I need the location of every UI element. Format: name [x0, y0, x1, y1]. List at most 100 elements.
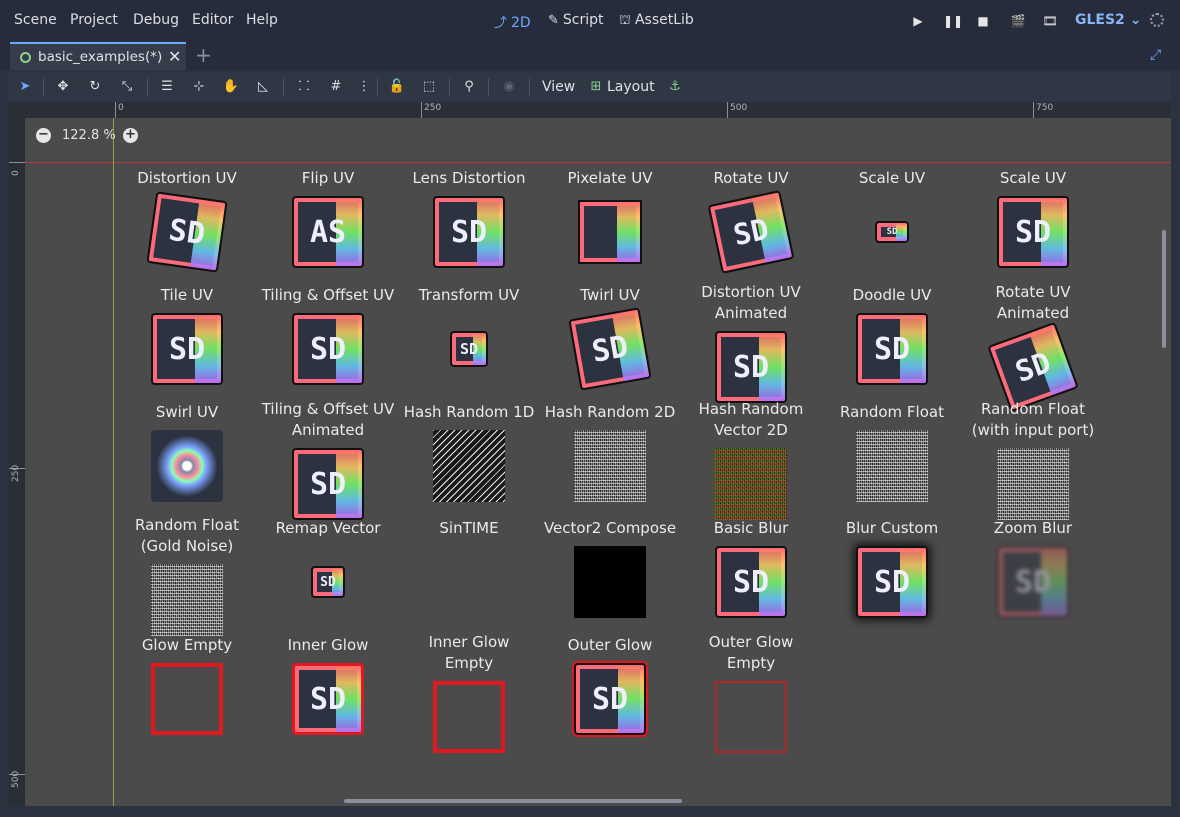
menu-project[interactable]: Project: [70, 12, 118, 28]
sd-logo-image: SD: [856, 546, 928, 618]
sd-logo-text: SD: [873, 331, 911, 367]
canvas-viewport[interactable]: 0 250 500 750 0 250 500 − 122.8 % + Distortio…: [9, 102, 1171, 806]
renderer-label: GLES2: [1075, 12, 1125, 28]
add-tab-icon[interactable]: +: [195, 43, 212, 67]
view-menu-button[interactable]: View: [542, 79, 575, 95]
rotate-mode-icon[interactable]: ↻: [86, 79, 104, 95]
example-title: Scale UV: [858, 169, 926, 187]
zoom-level[interactable]: 122.8 %: [62, 128, 116, 143]
pan-mode-icon[interactable]: ✋: [222, 79, 240, 95]
example-item[interactable]: Lens Distortion SD: [399, 168, 539, 283]
swirl-image: [151, 430, 223, 502]
example-item[interactable]: SinTIME: [399, 518, 539, 633]
example-title: Rotate UV Animated: [995, 283, 1071, 322]
example-title: Swirl UV: [155, 403, 219, 421]
menu-debug[interactable]: Debug: [133, 12, 179, 28]
bone-icon[interactable]: ⚲: [460, 79, 478, 95]
horizontal-scrollbar[interactable]: [344, 799, 682, 803]
example-item[interactable]: Distortion UV SD: [117, 168, 257, 283]
sd-logo-image: SD: [433, 196, 505, 268]
select-mode-icon[interactable]: ➤: [16, 79, 34, 95]
ruler-tick: [1033, 102, 1034, 118]
example-item[interactable]: Blur Custom SD: [822, 518, 962, 633]
example-item[interactable]: Random Float (Gold Noise): [117, 516, 257, 636]
example-item[interactable]: Remap Vector SD: [258, 518, 398, 633]
example-item[interactable]: Random Float (with input port): [963, 400, 1103, 520]
example-item[interactable]: Rotate UV Animated SD: [963, 283, 1103, 413]
vertical-scrollbar[interactable]: [1162, 230, 1166, 348]
example-item[interactable]: Outer Glow Empty: [681, 633, 821, 753]
canvas-toolbar: ➤ ✥ ↻ ⤡ ☰ ⊹ ✋ ◺ ⸬ # ⋮ 🔓 ⬚ ⚲ ◉ View ⊞ Lay…: [9, 72, 1171, 102]
example-title: Scale UV: [999, 169, 1067, 187]
example-item[interactable]: Tile UV SD: [117, 285, 257, 400]
example-item[interactable]: Hash Random 2D: [540, 402, 680, 517]
layout-menu-button[interactable]: Layout: [607, 79, 655, 95]
sd-logo-image: SD: [574, 663, 646, 735]
mode-2d-button[interactable]: ⤴ 2D: [494, 12, 531, 31]
mode-assetlib-button[interactable]: ⛫ AssetLib: [619, 12, 694, 30]
ruler-corner: [9, 102, 25, 118]
example-item[interactable]: Transform UV SD: [399, 285, 539, 400]
example-item[interactable]: Inner Glow SD: [258, 635, 398, 750]
pixelated-logo-image: [578, 200, 642, 264]
example-item[interactable]: Zoom Blur SD: [963, 518, 1103, 633]
example-title: SinTIME: [439, 519, 499, 537]
stop-icon[interactable]: ■: [975, 13, 991, 29]
zoom-out-button[interactable]: −: [36, 128, 51, 143]
menu-editor[interactable]: Editor: [192, 12, 233, 28]
example-item[interactable]: Twirl UV SD: [540, 285, 680, 400]
group-icon[interactable]: ⬚: [420, 79, 438, 95]
scene-tab[interactable]: basic_examples(*) ✕: [10, 42, 186, 70]
camera-override-icon[interactable]: ◉: [500, 79, 518, 95]
example-item[interactable]: Swirl UV: [117, 402, 257, 517]
example-item[interactable]: Pixelate UV: [540, 168, 680, 283]
example-title: Zoom Blur: [993, 519, 1073, 537]
zoom-in-button[interactable]: +: [123, 128, 138, 143]
pivot-mode-icon[interactable]: ⊹: [190, 79, 208, 95]
close-icon[interactable]: ✕: [168, 47, 181, 66]
scale-mode-icon[interactable]: ⤡: [118, 79, 136, 95]
renderer-select[interactable]: GLES2 ⌄: [1075, 12, 1141, 28]
example-item[interactable]: Tiling & Offset UV Animated SD: [258, 400, 398, 520]
assetlib-icon: ⛫: [619, 13, 631, 28]
example-item[interactable]: Scale UV SD: [963, 168, 1103, 283]
pause-icon[interactable]: ❚❚: [943, 13, 963, 29]
play-custom-scene-icon[interactable]: 🎞: [1042, 13, 1058, 29]
sd-logo-text: SD: [1014, 214, 1052, 250]
example-item[interactable]: Vector2 Compose: [540, 518, 680, 633]
ruler-mode-icon[interactable]: ◺: [254, 79, 272, 95]
toolbar-divider: [449, 78, 450, 96]
anchor-icon[interactable]: ⚓: [666, 79, 684, 95]
lock-icon[interactable]: 🔓: [388, 79, 406, 95]
move-mode-icon[interactable]: ✥: [54, 79, 72, 95]
example-item[interactable]: Basic Blur SD: [681, 518, 821, 633]
list-select-icon[interactable]: ☰: [158, 79, 176, 95]
example-item[interactable]: Distortion UV Animated SD: [681, 283, 821, 403]
example-item[interactable]: Doodle UV SD: [822, 285, 962, 400]
ruler-tick: [421, 102, 422, 118]
example-item[interactable]: Tiling & Offset UV SD: [258, 285, 398, 400]
grid-snap-icon[interactable]: #: [327, 79, 345, 95]
script-icon: ✎: [548, 13, 559, 28]
menu-help[interactable]: Help: [246, 12, 278, 28]
distraction-free-icon[interactable]: ⤢: [1150, 47, 1161, 63]
snap-options-icon[interactable]: ⋮: [355, 79, 373, 95]
example-item[interactable]: Hash Random Vector 2D: [681, 400, 821, 520]
noise-image: [856, 430, 928, 502]
example-item[interactable]: Outer Glow SD: [540, 635, 680, 750]
example-item[interactable]: Flip UV AS: [258, 168, 398, 283]
sd-logo-image: SD: [875, 221, 909, 243]
play-icon[interactable]: ▶: [910, 13, 926, 29]
play-scene-icon[interactable]: 🎬: [1010, 13, 1026, 29]
example-item[interactable]: Glow Empty: [117, 635, 257, 750]
example-item[interactable]: Random Float: [822, 402, 962, 517]
smart-snap-icon[interactable]: ⸬: [295, 79, 313, 95]
example-item[interactable]: Hash Random 1D: [399, 402, 539, 517]
example-item[interactable]: Scale UV SD: [822, 168, 962, 283]
sd-logo-image: SD: [146, 191, 228, 273]
mode-script-button[interactable]: ✎ Script: [548, 12, 604, 28]
example-item[interactable]: Rotate UV SD: [681, 168, 821, 283]
menu-scene[interactable]: Scene: [14, 12, 57, 28]
example-item[interactable]: Inner Glow Empty: [399, 633, 539, 753]
scene-tab-label: basic_examples(*): [38, 49, 163, 65]
